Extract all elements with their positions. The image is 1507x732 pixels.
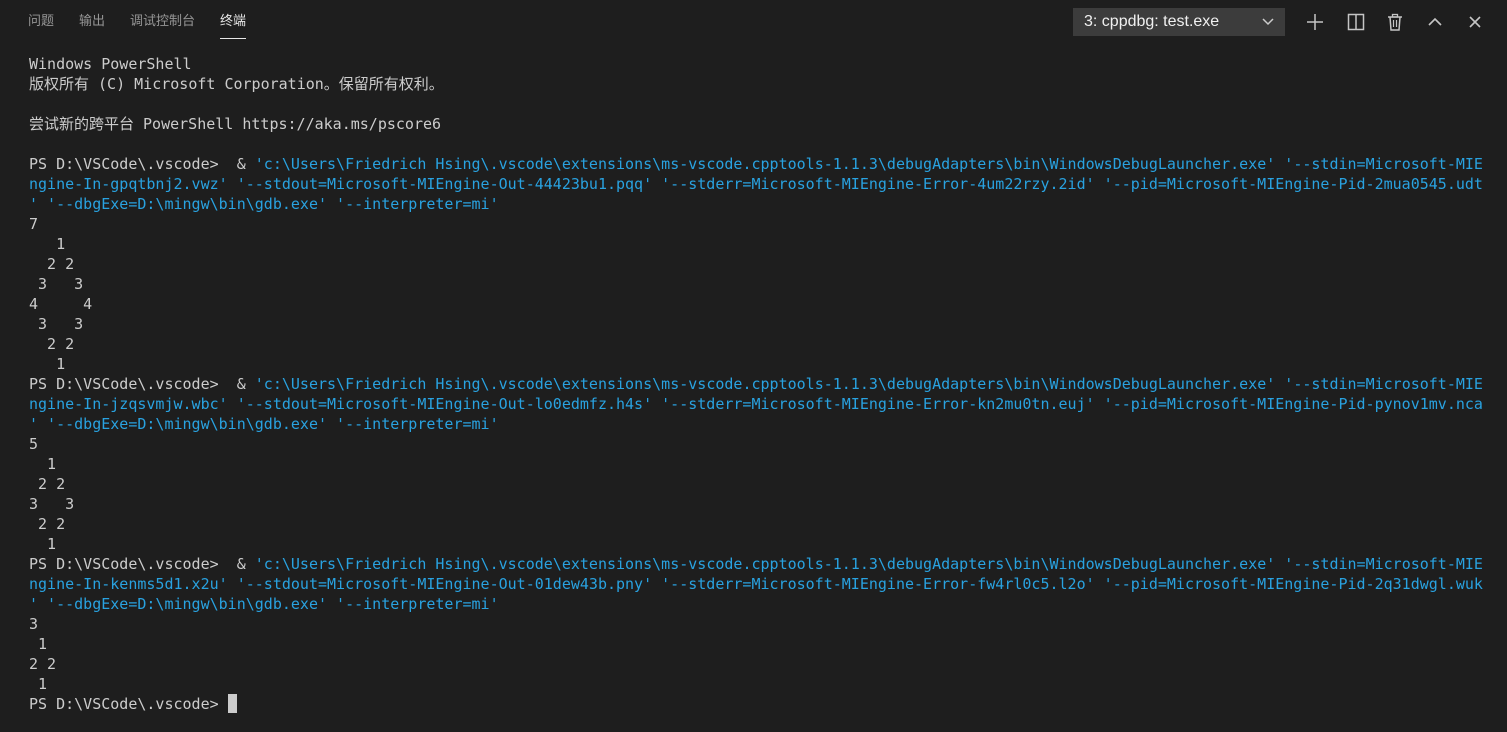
terminal-line: 2 2	[29, 514, 1489, 534]
terminal-text: 4 4	[29, 295, 93, 313]
terminal-line: PS D:\VSCode\.vscode> & 'c:\Users\Friedr…	[29, 374, 1489, 394]
terminal-text: 2 2	[29, 475, 66, 493]
split-terminal-button[interactable]	[1344, 10, 1368, 34]
terminal-text: 2 2	[29, 515, 66, 533]
terminal-line: 2 2	[29, 654, 1489, 674]
command-string: 'c:\Users\Friedrich Hsing\.vscode\extens…	[254, 155, 1483, 173]
terminal-line: ' '--dbgExe=D:\mingw\bin\gdb.exe' '--int…	[29, 414, 1489, 434]
terminal-line: 3 3	[29, 314, 1489, 334]
terminal-line: 2 2	[29, 334, 1489, 354]
command-string: ngine-In-kenms5d1.x2u' '--stdout=Microso…	[29, 575, 1483, 593]
split-icon	[1347, 13, 1365, 31]
tab-debug-console[interactable]: 调试控制台	[130, 0, 195, 44]
terminal-text: 3	[29, 615, 39, 633]
terminal-select-dropdown[interactable]: 3: cppdbg: test.exe	[1073, 8, 1285, 36]
shell-prompt: PS D:\VSCode\.vscode> &	[29, 555, 255, 573]
terminal-text: 2 2	[29, 335, 75, 353]
text-cursor	[227, 694, 237, 713]
close-icon	[1469, 16, 1481, 28]
terminal-text: 1	[29, 635, 48, 653]
terminal-line: 1	[29, 634, 1489, 654]
terminal-text: 7	[29, 215, 39, 233]
terminal-line: 1	[29, 354, 1489, 374]
close-panel-button[interactable]	[1463, 10, 1487, 34]
terminal-line: 1	[29, 234, 1489, 254]
terminal-text: 1	[29, 235, 66, 253]
terminal-line: 1	[29, 534, 1489, 554]
terminal-line: ngine-In-jzqsvmjw.wbc' '--stdout=Microso…	[29, 394, 1489, 414]
terminal-text: 2 2	[29, 255, 75, 273]
terminal-line: 1	[29, 454, 1489, 474]
terminal-text: 1	[29, 355, 66, 373]
maximize-panel-button[interactable]	[1423, 10, 1447, 34]
command-string: ' '--dbgExe=D:\mingw\bin\gdb.exe' '--int…	[29, 195, 499, 213]
terminal-text: 尝试新的跨平台 PowerShell https://aka.ms/pscore…	[29, 115, 442, 133]
command-string: 'c:\Users\Friedrich Hsing\.vscode\extens…	[254, 555, 1483, 573]
terminal-line: 3 3	[29, 274, 1489, 294]
terminal-line: PS D:\VSCode\.vscode>	[29, 694, 1489, 714]
panel-tabs: 问题 输出 调试控制台 终端	[28, 0, 271, 44]
terminal-output[interactable]: Windows PowerShell 版权所有 (C) Microsoft Cor…	[29, 54, 1489, 714]
command-string: 'c:\Users\Friedrich Hsing\.vscode\extens…	[254, 375, 1483, 393]
chevron-down-icon	[1262, 18, 1274, 26]
terminal-line: 2 2	[29, 254, 1489, 274]
command-string: ngine-In-gpqtbnj2.vwz' '--stdout=Microso…	[29, 175, 1483, 193]
terminal-line: ngine-In-kenms5d1.x2u' '--stdout=Microso…	[29, 574, 1489, 594]
shell-prompt: PS D:\VSCode\.vscode> &	[29, 375, 255, 393]
terminal-line: 尝试新的跨平台 PowerShell https://aka.ms/pscore…	[29, 114, 1489, 134]
command-string: ' '--dbgExe=D:\mingw\bin\gdb.exe' '--int…	[29, 415, 499, 433]
terminal-line: 7	[29, 214, 1489, 234]
shell-prompt: PS D:\VSCode\.vscode> &	[29, 155, 255, 173]
terminal-line: 4 4	[29, 294, 1489, 314]
terminal-text: 1	[29, 455, 57, 473]
tab-output[interactable]: 输出	[79, 0, 105, 44]
terminal-line: Windows PowerShell	[29, 54, 1489, 74]
new-terminal-button[interactable]	[1303, 10, 1327, 34]
terminal-line: PS D:\VSCode\.vscode> & 'c:\Users\Friedr…	[29, 154, 1489, 174]
command-string: ngine-In-jzqsvmjw.wbc' '--stdout=Microso…	[29, 395, 1483, 413]
terminal-text: 3 3	[29, 315, 84, 333]
terminal-text: 3 3	[29, 495, 75, 513]
terminal-line: 2 2	[29, 474, 1489, 494]
terminal-text: 版权所有 (C) Microsoft Corporation。保留所有权利。	[29, 75, 444, 93]
terminal-line: 3 3	[29, 494, 1489, 514]
terminal-line: ' '--dbgExe=D:\mingw\bin\gdb.exe' '--int…	[29, 594, 1489, 614]
terminal-line: 1	[29, 674, 1489, 694]
terminal-text: 5	[29, 435, 39, 453]
terminal-text: 1	[29, 675, 48, 693]
shell-prompt: PS D:\VSCode\.vscode>	[29, 695, 228, 713]
tab-problems[interactable]: 问题	[28, 0, 54, 44]
command-string: ' '--dbgExe=D:\mingw\bin\gdb.exe' '--int…	[29, 595, 499, 613]
panel-header: 问题 输出 调试控制台 终端 3: cppdbg: test.exe	[0, 0, 1507, 44]
kill-terminal-button[interactable]	[1383, 10, 1407, 34]
terminal-line: 5	[29, 434, 1489, 454]
terminal-text: 1	[29, 535, 57, 553]
terminal-line: 版权所有 (C) Microsoft Corporation。保留所有权利。	[29, 74, 1489, 94]
terminal-line: 3	[29, 614, 1489, 634]
terminal-text: Windows PowerShell	[29, 55, 192, 73]
trash-icon	[1388, 13, 1402, 31]
terminal-line: ' '--dbgExe=D:\mingw\bin\gdb.exe' '--int…	[29, 194, 1489, 214]
terminal-select-value: 3: cppdbg: test.exe	[1084, 13, 1220, 30]
terminal-panel: 问题 输出 调试控制台 终端 3: cppdbg: test.exe Windo…	[0, 0, 1507, 732]
plus-icon	[1307, 14, 1323, 30]
terminal-line: PS D:\VSCode\.vscode> & 'c:\Users\Friedr…	[29, 554, 1489, 574]
terminal-line: ngine-In-gpqtbnj2.vwz' '--stdout=Microso…	[29, 174, 1489, 194]
terminal-text: 2 2	[29, 655, 57, 673]
tab-terminal[interactable]: 终端	[220, 0, 247, 44]
chevron-up-icon	[1428, 17, 1442, 26]
terminal-text: 3 3	[29, 275, 84, 293]
